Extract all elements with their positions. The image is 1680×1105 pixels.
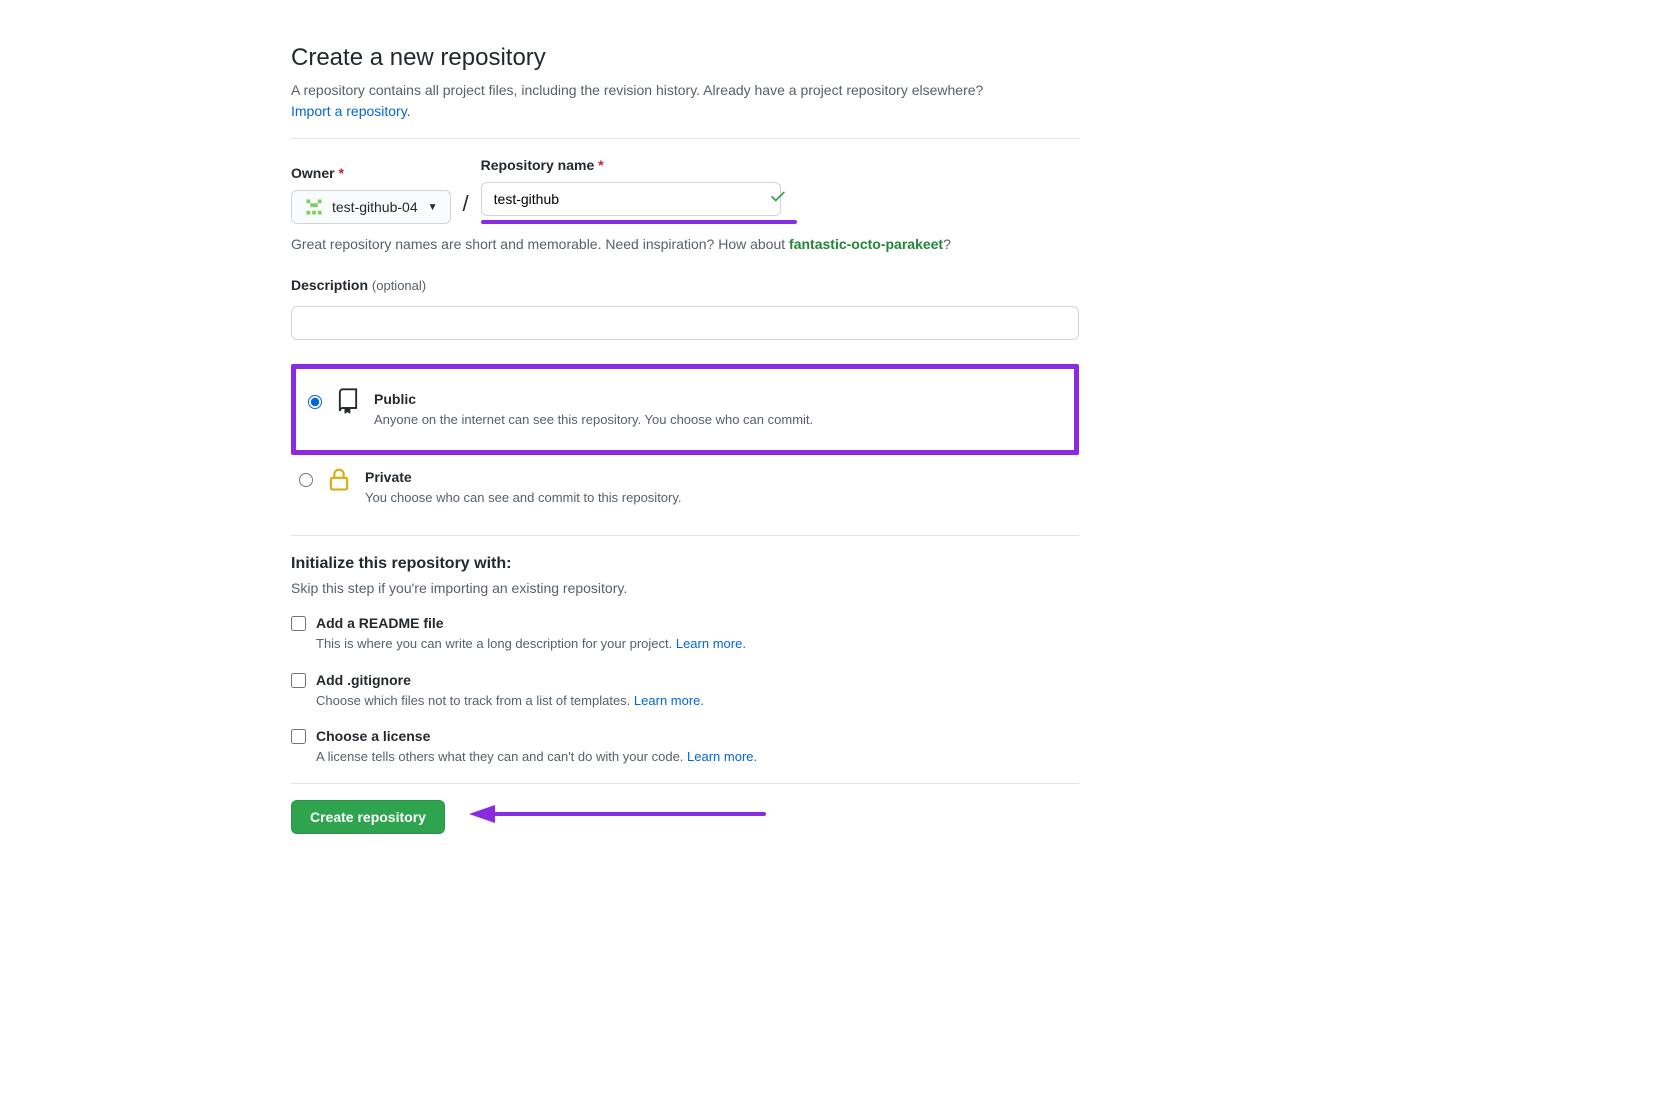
suggested-name-link[interactable]: fantastic-octo-parakeet	[789, 236, 943, 252]
visibility-private-radio[interactable]	[299, 473, 313, 487]
repo-name-label: Repository name *	[481, 155, 797, 176]
license-desc: A license tells others what they can and…	[316, 747, 757, 767]
description-label: Description (optional)	[291, 275, 1079, 296]
repo-icon	[334, 387, 362, 415]
gitignore-title: Add .gitignore	[316, 670, 704, 691]
header-divider	[291, 138, 1079, 139]
slash-separator: /	[459, 187, 473, 224]
name-hint: Great repository names are short and mem…	[291, 234, 1079, 255]
required-marker: *	[338, 165, 343, 181]
check-icon	[769, 187, 787, 211]
gitignore-checkbox[interactable]	[291, 673, 306, 688]
page-subtitle: A repository contains all project files,…	[291, 80, 1079, 101]
lock-icon	[325, 465, 353, 493]
readme-row: Add a README file This is where you can …	[291, 613, 1079, 654]
private-desc: You choose who can see and commit to thi…	[365, 488, 682, 508]
readme-desc: This is where you can write a long descr…	[316, 634, 746, 654]
visibility-public-row[interactable]: Public Anyone on the internet can see th…	[291, 364, 1079, 455]
annotation-arrow-icon	[469, 802, 769, 832]
license-checkbox[interactable]	[291, 729, 306, 744]
bottom-divider	[291, 783, 1079, 784]
annotation-underline	[481, 220, 797, 224]
import-repository-link[interactable]: Import a repository.	[291, 103, 411, 119]
visibility-divider	[291, 535, 1079, 536]
repo-name-input[interactable]	[481, 182, 781, 216]
visibility-public-radio[interactable]	[308, 395, 322, 409]
initialize-subtext: Skip this step if you're importing an ex…	[291, 578, 1079, 599]
visibility-private-row[interactable]: Private You choose who can see and commi…	[291, 455, 1079, 520]
private-title: Private	[365, 467, 682, 488]
owner-avatar-icon	[304, 197, 324, 217]
readme-learn-more-link[interactable]: Learn more.	[676, 636, 746, 651]
license-row: Choose a license A license tells others …	[291, 726, 1079, 767]
initialize-heading: Initialize this repository with:	[291, 552, 1079, 576]
license-title: Choose a license	[316, 726, 757, 747]
owner-name: test-github-04	[332, 197, 418, 218]
public-desc: Anyone on the internet can see this repo…	[374, 410, 813, 430]
description-input[interactable]	[291, 306, 1079, 340]
gitignore-learn-more-link[interactable]: Learn more.	[634, 693, 704, 708]
create-repository-button[interactable]: Create repository	[291, 800, 445, 834]
readme-checkbox[interactable]	[291, 616, 306, 631]
owner-label: Owner *	[291, 163, 451, 184]
page-title: Create a new repository	[291, 40, 1079, 76]
gitignore-desc: Choose which files not to track from a l…	[316, 691, 704, 711]
license-learn-more-link[interactable]: Learn more.	[687, 749, 757, 764]
owner-dropdown[interactable]: test-github-04 ▼	[291, 190, 451, 224]
gitignore-row: Add .gitignore Choose which files not to…	[291, 670, 1079, 711]
public-title: Public	[374, 389, 813, 410]
caret-down-icon: ▼	[428, 200, 438, 215]
required-marker: *	[598, 157, 603, 173]
readme-title: Add a README file	[316, 613, 746, 634]
